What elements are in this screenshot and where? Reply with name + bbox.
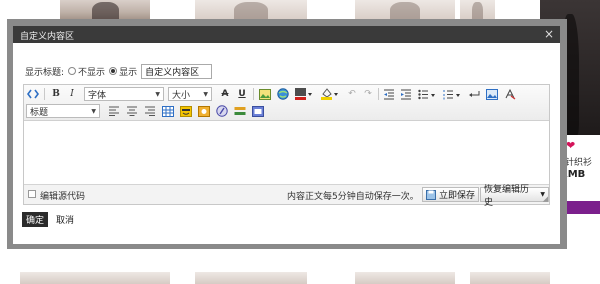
bold-icon[interactable]: B (49, 87, 63, 101)
dialog-title: 自定义内容区 (20, 32, 75, 42)
font-color-icon[interactable] (294, 87, 314, 101)
radio-show-title[interactable] (109, 67, 118, 75)
save-now-button[interactable]: 立即保存 (422, 187, 480, 202)
editor-toolbar: B I 字体 ▼ 大小 ▼ A U ↶ ↷ 标题 ▼ (24, 85, 549, 121)
save-icon (426, 189, 436, 200)
radio-show-label[interactable]: 显示 (119, 65, 137, 78)
product-photo[interactable] (355, 272, 455, 284)
promo-banner[interactable] (562, 201, 600, 214)
product-photo[interactable] (195, 272, 307, 284)
font-size-select[interactable]: 大小 ▼ (168, 87, 212, 101)
font-family-value: 字体 (88, 90, 107, 101)
product-photo[interactable] (470, 272, 550, 284)
source-code-icon[interactable] (26, 87, 40, 101)
globe-link-icon[interactable] (276, 87, 290, 101)
align-center-icon[interactable] (125, 104, 139, 118)
italic-icon[interactable]: I (65, 87, 79, 101)
line-break-icon[interactable] (467, 87, 481, 101)
resize-handle-icon[interactable]: ◢ (543, 195, 548, 203)
rich-text-editor: B I 字体 ▼ 大小 ▼ A U ↶ ↷ 标题 ▼ 编辑源代码 内容正文每5分… (23, 84, 550, 208)
custom-content-dialog: 自定义内容区 × 显示标题: 不显示 显示 B I 字体▼ 大小▼ A U (13, 26, 560, 244)
restore-history-button[interactable]: 恢复编辑历史 ▼ (480, 185, 549, 208)
dialog-titlebar[interactable]: 自定义内容区 × (13, 26, 560, 43)
restore-history-label: 恢复编辑历史 (484, 184, 530, 208)
table-icon[interactable] (161, 104, 175, 118)
image-upload-icon[interactable] (485, 87, 499, 101)
font-family-select[interactable]: 字体 ▼ (84, 87, 164, 101)
show-title-label: 显示标题: (25, 67, 65, 78)
strikethrough-icon[interactable]: A (218, 87, 232, 101)
align-left-icon[interactable] (107, 104, 121, 118)
close-icon[interactable]: × (544, 27, 554, 41)
paragraph-value: 标题 (30, 107, 49, 118)
font-size-value: 大小 (172, 90, 191, 101)
bullet-list-icon[interactable] (417, 87, 437, 101)
highlight-color-icon[interactable] (320, 87, 340, 101)
image-icon[interactable] (258, 87, 272, 101)
horizontal-rule-icon[interactable] (233, 104, 247, 118)
redo-icon[interactable]: ↷ (361, 87, 375, 101)
align-right-icon[interactable] (143, 104, 157, 118)
media-icon[interactable] (197, 104, 211, 118)
numbered-list-icon[interactable] (442, 87, 462, 101)
autosave-notice: 内容正文每5分钟自动保存一次。 (287, 192, 419, 202)
radio-hide-title[interactable] (68, 67, 77, 75)
emoticon-icon[interactable] (179, 104, 193, 118)
radio-hide-label[interactable]: 不显示 (78, 65, 105, 78)
indent-icon[interactable] (399, 87, 413, 101)
ok-button[interactable]: 确定 (22, 212, 48, 227)
outdent-icon[interactable] (382, 87, 396, 101)
edit-source-checkbox[interactable] (28, 190, 36, 198)
clear-format-icon[interactable] (503, 87, 517, 101)
heart-icon: ❤ (566, 139, 576, 152)
title-input[interactable] (141, 63, 213, 79)
paragraph-select[interactable]: 标题 ▼ (26, 104, 100, 118)
editor-content-area[interactable] (24, 122, 549, 184)
underline-icon[interactable]: U (235, 87, 249, 101)
cancel-button[interactable]: 取消 (54, 212, 76, 227)
custom-module-icon[interactable] (251, 104, 265, 118)
undo-icon[interactable]: ↶ (345, 87, 359, 101)
editor-statusbar: 编辑源代码 内容正文每5分钟自动保存一次。 立即保存 恢复编辑历史 ▼ ◢ (24, 184, 549, 208)
save-now-label: 立即保存 (439, 191, 476, 201)
product-photo[interactable] (20, 272, 170, 284)
flash-icon[interactable] (215, 104, 229, 118)
show-title-row: 显示标题: 不显示 显示 (25, 63, 213, 79)
edit-source-label[interactable]: 编辑源代码 (40, 189, 85, 202)
